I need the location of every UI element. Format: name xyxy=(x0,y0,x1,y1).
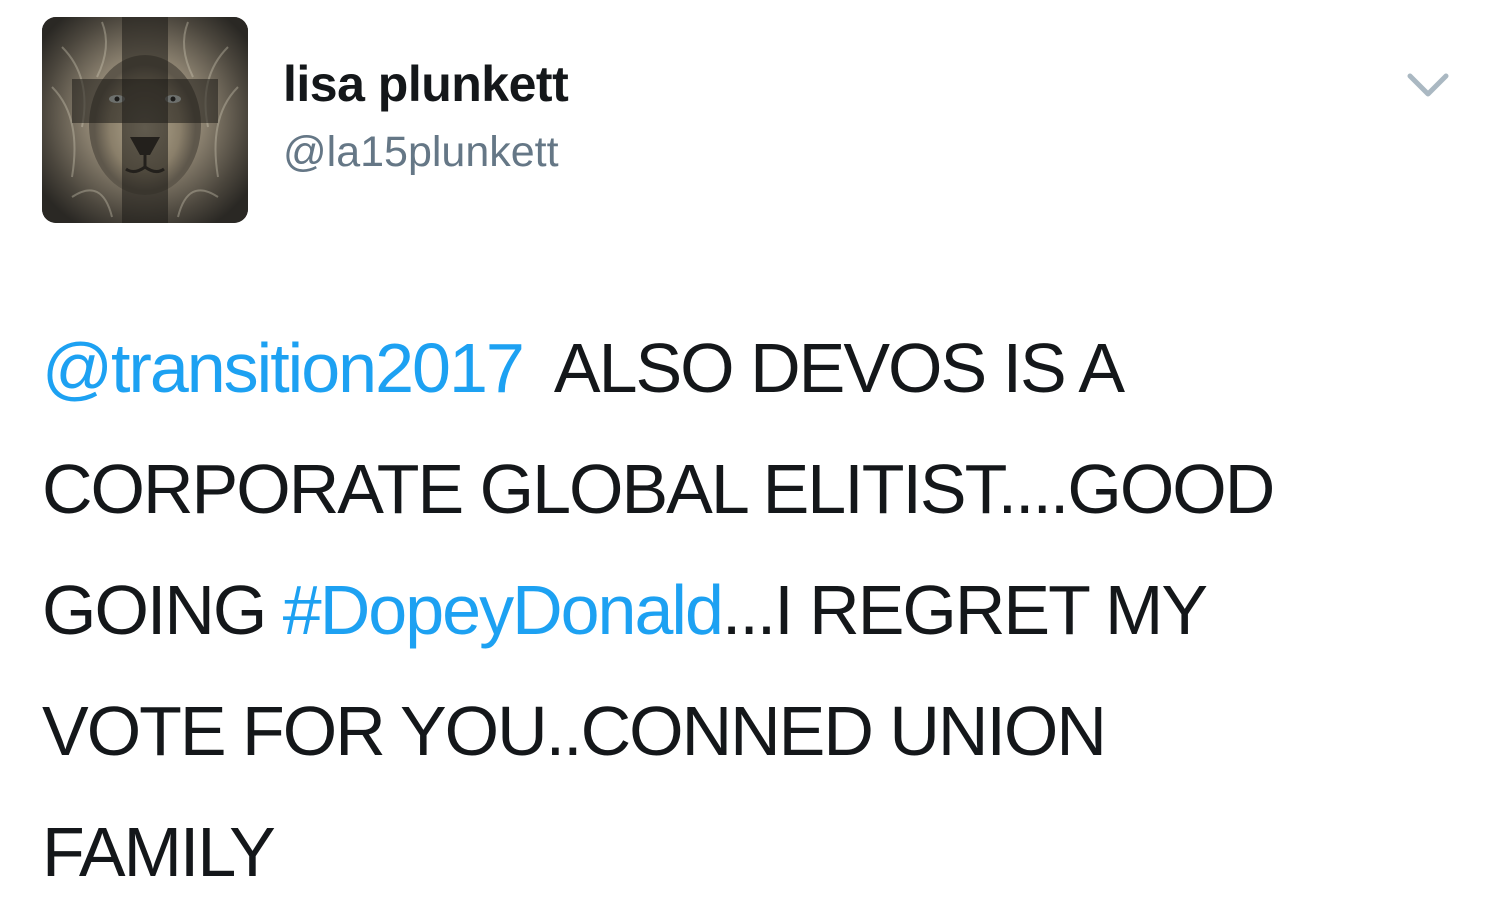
avatar[interactable] xyxy=(42,17,248,223)
hashtag-link[interactable]: #DopeyDonald xyxy=(283,571,724,649)
tweet-text-segment: ALSO DEVOS IS A xyxy=(553,329,1125,407)
tweet-text-segment: ...I REGRET MY xyxy=(721,571,1208,649)
tweet-text-line: VOTE FOR YOU..CONNED UNION xyxy=(42,692,1107,770)
tweet-text-segment: GOING xyxy=(42,571,283,649)
tweet-text: @transition2017 ALSO DEVOS IS A CORPORAT… xyxy=(42,308,1462,913)
user-handle[interactable]: @la15plunkett xyxy=(283,122,568,182)
tweet-card: lisa plunkett @la15plunkett @transition2… xyxy=(0,0,1491,924)
lion-cross-avatar-icon xyxy=(42,17,248,223)
tweet-text-line: CORPORATE GLOBAL ELITIST....GOOD xyxy=(42,450,1275,528)
tweet-text-line: @transition2017 ALSO DEVOS IS A xyxy=(42,308,1462,429)
user-info: lisa plunkett @la15plunkett xyxy=(283,52,569,182)
mention-link[interactable]: @transition2017 xyxy=(42,329,525,407)
tweet-text-line: FAMILY xyxy=(42,813,276,891)
tweet-text-line: GOING #DopeyDonald...I REGRET MY xyxy=(42,550,1462,671)
chevron-down-icon[interactable] xyxy=(1404,66,1452,106)
display-name[interactable]: lisa plunkett xyxy=(283,52,569,116)
